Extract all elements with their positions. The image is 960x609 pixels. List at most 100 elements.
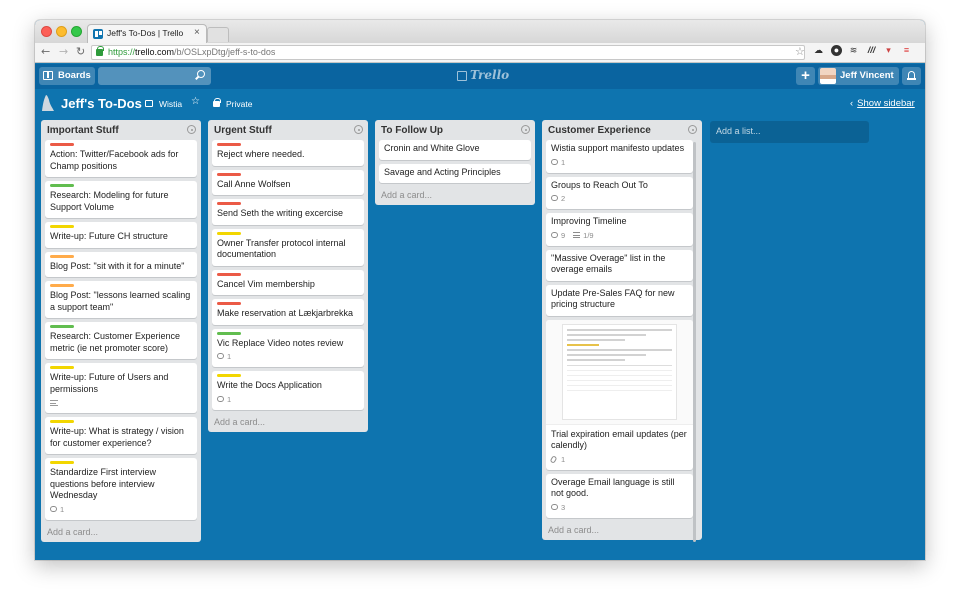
pocket-extension-icon[interactable]: ▾ (883, 45, 894, 56)
checklist-count: 1/9 (583, 230, 594, 240)
card-badges: 3 (551, 503, 688, 513)
card-title: Call Anne Wolfsen (217, 178, 291, 189)
menu-icon[interactable]: ≡ (901, 45, 912, 56)
search-icon[interactable] (197, 70, 205, 78)
browser-tab[interactable]: Jeff's To-Dos | Trello × (87, 24, 207, 43)
comment-count: 2 (561, 194, 566, 203)
add-card-link[interactable]: Add a card... (208, 414, 368, 432)
card[interactable]: Update Pre-Sales FAQ for new pricing str… (546, 284, 693, 316)
new-tab-button[interactable] (207, 27, 229, 42)
list-header[interactable]: Urgent Stuff (208, 120, 368, 140)
list-title[interactable]: Urgent Stuff (214, 125, 272, 136)
card[interactable]: Action: Twitter/Facebook ads for Champ p… (45, 140, 197, 177)
list-scrollbar[interactable] (693, 142, 696, 542)
card-cover-image (546, 319, 693, 425)
card[interactable]: Research: Customer Experience metric (ie… (45, 322, 197, 359)
card-label-yellow (50, 420, 74, 423)
cloud-extension-icon[interactable]: ☁ (813, 45, 824, 56)
card[interactable]: Vic Replace Video notes review 1 (212, 328, 364, 367)
card[interactable]: Cronin and White Glove (379, 140, 531, 160)
list-title[interactable]: Important Stuff (47, 125, 119, 136)
card-title: Update Pre-Sales FAQ for new pricing str… (551, 287, 675, 310)
search-input[interactable] (98, 67, 211, 85)
card[interactable]: Write-up: Future of Users and permission… (45, 363, 197, 413)
comment-icon (551, 231, 558, 238)
trello-favicon-icon (93, 29, 103, 39)
list-header[interactable]: Important Stuff (41, 120, 201, 140)
add-card-link[interactable]: Add a card... (41, 524, 201, 542)
add-button[interactable]: + (796, 67, 815, 85)
add-card-link[interactable]: Add a card... (542, 522, 702, 540)
card[interactable]: Owner Transfer protocol internal documen… (212, 228, 364, 266)
card[interactable]: Make reservation at Lækjarbrekka (212, 299, 364, 325)
minimize-window-button[interactable] (56, 26, 67, 37)
card[interactable]: Write-up: Future CH structure (45, 222, 197, 248)
list-urgent-stuff: Urgent Stuff Reject where needed. Call A… (208, 120, 368, 432)
card[interactable]: Reject where needed. (212, 140, 364, 166)
card-title: Vic Replace Video notes review (217, 337, 344, 348)
star-board-icon[interactable]: ☆ (191, 96, 200, 107)
add-list-button[interactable]: Add a list... (710, 121, 869, 143)
boards-button[interactable]: Boards (39, 67, 95, 85)
card[interactable]: Savage and Acting Principles (379, 163, 531, 183)
card-title: "Massive Overage" list in the overage em… (551, 252, 666, 275)
boards-icon (43, 71, 53, 80)
card-label-yellow (50, 461, 74, 464)
close-window-button[interactable] (41, 26, 52, 37)
card[interactable]: Wistia support manifesto updates 1 (546, 140, 693, 173)
list-menu-icon[interactable] (688, 125, 697, 134)
card-label-yellow (217, 374, 241, 377)
back-arrow-icon[interactable]: ← (41, 45, 50, 58)
card[interactable]: Trial expiration email updates (per cale… (546, 319, 693, 470)
card-label-green (50, 184, 74, 187)
board-title[interactable]: Jeff's To-Dos (61, 96, 142, 111)
board-team[interactable]: Wistia (159, 99, 182, 109)
list-header[interactable]: To Follow Up (375, 120, 535, 140)
card[interactable]: Improving Timeline 9 1/9 (546, 213, 693, 246)
tab-close-icon[interactable]: × (194, 27, 200, 38)
member-menu-button[interactable]: Jeff Vincent (818, 67, 899, 85)
card[interactable]: Blog Post: "sit with it for a minute" (45, 251, 197, 277)
show-sidebar-link[interactable]: ‹ Show sidebar (850, 98, 915, 109)
list-menu-icon[interactable] (187, 125, 196, 134)
address-bar[interactable]: https://trello.com/b/OSLxpDtg/jeff-s-to-… (91, 45, 805, 60)
slashes-extension-icon[interactable]: /// (866, 45, 877, 56)
tab-title: Jeff's To-Dos | Trello (107, 28, 184, 38)
list-header[interactable]: Customer Experience (542, 120, 702, 140)
list-important-stuff: Important Stuff Action: Twitter/Facebook… (41, 120, 201, 542)
comment-count: 1 (227, 394, 232, 404)
list-menu-icon[interactable] (354, 125, 363, 134)
card[interactable]: Call Anne Wolfsen (212, 169, 364, 195)
card[interactable]: Write-up: What is strategy / vision for … (45, 417, 197, 454)
card[interactable]: Standardize First interview questions be… (45, 458, 197, 520)
board-privacy[interactable]: Private (226, 99, 252, 109)
card-label-green (217, 331, 241, 335)
dark-circle-extension-icon[interactable]: ● (831, 45, 842, 56)
forward-arrow-icon[interactable]: → (59, 45, 68, 58)
bookmark-star-icon[interactable]: ☆ (795, 45, 805, 58)
card[interactable]: Write the Docs Application 1 (212, 371, 364, 410)
card[interactable]: "Massive Overage" list in the overage em… (546, 249, 693, 281)
card[interactable]: Send Seth the writing excercise (212, 199, 364, 225)
add-card-link[interactable]: Add a card... (375, 187, 535, 205)
card[interactable]: Research: Modeling for future Support Vo… (45, 181, 197, 218)
card[interactable]: Groups to Reach Out To 2 (546, 176, 693, 209)
reload-icon[interactable]: ↻ (76, 45, 85, 58)
card[interactable]: Overage Email language is still not good… (546, 473, 693, 518)
notifications-button[interactable] (902, 67, 921, 85)
list-menu-icon[interactable] (521, 125, 530, 134)
comment-count: 1 (227, 352, 232, 361)
email-screenshot-thumbnail (562, 323, 677, 420)
card[interactable]: Cancel Vim membership (212, 269, 364, 295)
team-icon (145, 100, 153, 107)
card-title: Research: Modeling for future Support Vo… (50, 190, 169, 212)
list-title[interactable]: To Follow Up (381, 125, 443, 136)
maximize-window-button[interactable] (71, 26, 82, 37)
card[interactable]: Blog Post: "lessons learned scaling a su… (45, 281, 197, 318)
layers-extension-icon[interactable]: ≋ (848, 45, 859, 56)
list-title[interactable]: Customer Experience (548, 125, 651, 136)
card-title: Cancel Vim membership (217, 278, 315, 289)
secure-lock-icon (96, 46, 104, 56)
card-label-orange (50, 254, 74, 258)
browser-tab-strip: Jeff's To-Dos | Trello × (35, 20, 925, 43)
